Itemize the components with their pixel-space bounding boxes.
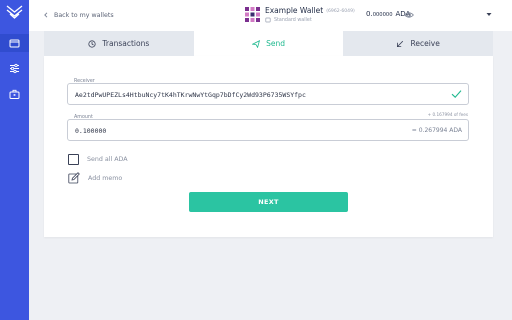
amount-equivalent: = 0.267994 ADA xyxy=(411,127,462,134)
next-button[interactable]: NEXT xyxy=(189,192,348,212)
wallet-icon xyxy=(9,39,20,47)
tab-receive[interactable]: Receive xyxy=(343,31,494,56)
send-all-label: Send all ADA xyxy=(87,156,128,163)
add-memo-label: Add memo xyxy=(88,174,123,182)
tab-send[interactable]: Send xyxy=(193,31,344,56)
balance-integer: 0. xyxy=(366,10,373,18)
clock-icon xyxy=(88,39,97,48)
tab-send-label: Send xyxy=(266,39,285,48)
send-all-checkbox[interactable] xyxy=(68,154,79,165)
sidebar-item-settings[interactable] xyxy=(0,59,29,77)
eye-icon[interactable] xyxy=(404,11,414,19)
sidebar-item-wallet[interactable] xyxy=(0,34,29,52)
amount-value: 0.100000 xyxy=(75,127,107,135)
chevron-left-icon xyxy=(44,12,48,18)
lock-icon xyxy=(265,17,271,23)
fee-hint: + 0.167994 of fees xyxy=(427,112,468,117)
send-all-option[interactable]: Send all ADA xyxy=(68,154,128,165)
receiver-input[interactable]: Ae2tdPwUPEZLs4HtbuNcy7tK4hTKrwNwYtGqp7bD… xyxy=(67,83,469,105)
chevron-down-icon[interactable] xyxy=(486,12,492,17)
edit-icon xyxy=(68,172,80,184)
tab-transactions[interactable]: Transactions xyxy=(44,31,194,56)
sidebar xyxy=(0,0,29,320)
balance-decimals: 000000 xyxy=(372,12,393,18)
yoroi-logo-icon[interactable] xyxy=(6,5,23,19)
back-to-wallets-link[interactable]: Back to my wallets xyxy=(43,9,114,21)
tab-transactions-label: Transactions xyxy=(102,39,150,48)
wallet-type: Standard wallet xyxy=(265,17,312,23)
checkmark-icon xyxy=(451,90,462,98)
sliders-icon xyxy=(10,63,19,73)
sidebar-item-briefcase[interactable] xyxy=(0,85,29,103)
add-memo-option[interactable]: Add memo xyxy=(68,172,122,184)
receive-arrow-icon xyxy=(397,40,404,47)
back-link-label: Back to my wallets xyxy=(54,11,114,19)
wallet-tabs: Transactions Send Receive xyxy=(44,31,494,56)
receiver-value: Ae2tdPwUPEZLs4HtbuNcy7tK4hTKrwNwYtGqp7bD… xyxy=(75,91,306,99)
briefcase-icon xyxy=(9,89,20,99)
wallet-id: (6962-6049) xyxy=(326,9,355,14)
wallet-name: Example Wallet (6962-6049) xyxy=(265,6,355,15)
amount-input[interactable]: 0.100000 = 0.267994 ADA xyxy=(67,119,469,141)
send-icon xyxy=(252,39,261,48)
wallet-avatar-icon xyxy=(244,6,261,23)
wallet-type-text: Standard wallet xyxy=(274,17,312,23)
wallet-name-text: Example Wallet xyxy=(265,6,324,15)
tab-receive-label: Receive xyxy=(410,39,440,48)
top-bar: Back to my wallets Example Wallet (6962-6… xyxy=(29,0,512,31)
